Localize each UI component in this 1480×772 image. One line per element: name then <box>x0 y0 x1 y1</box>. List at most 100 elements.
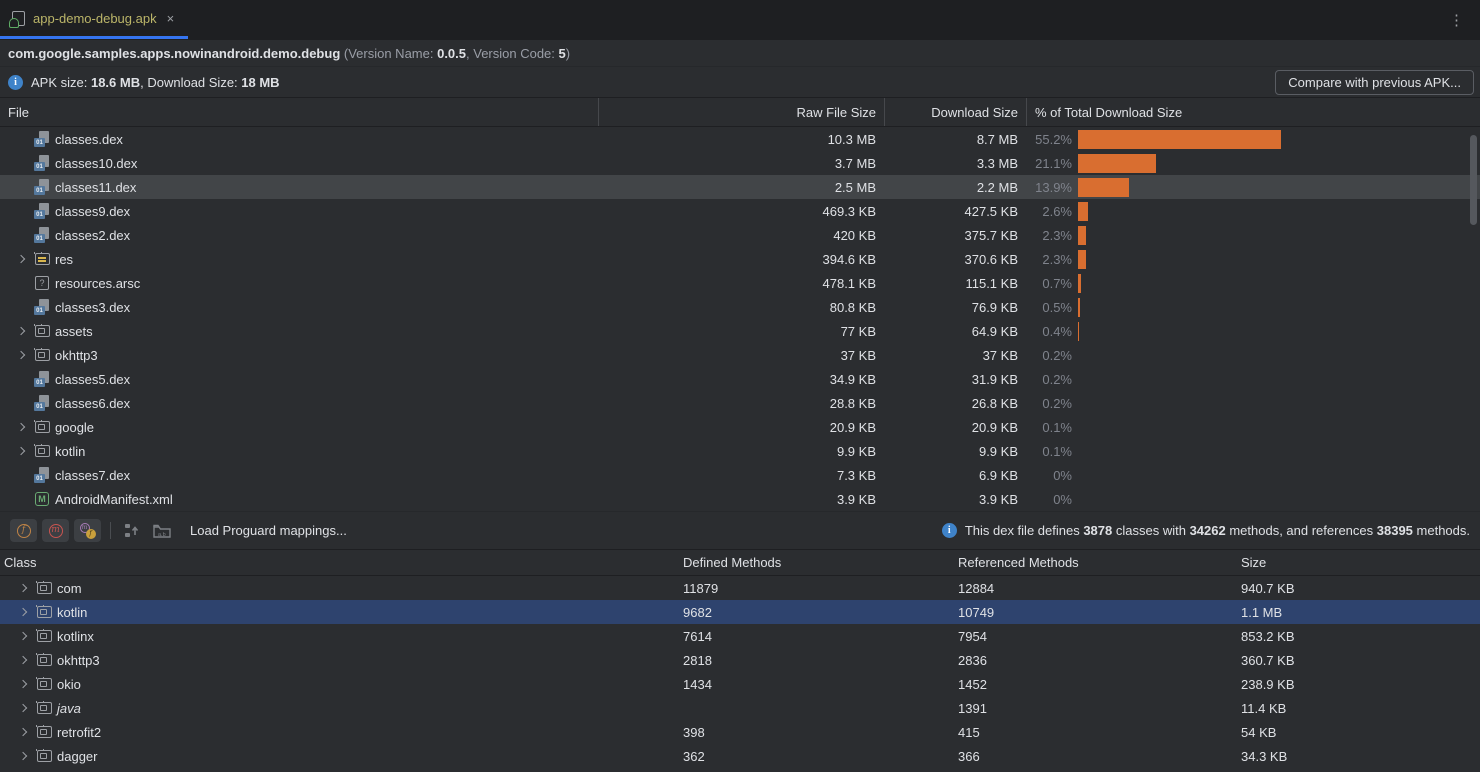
file-table-row[interactable]: google20.9 KB20.9 KB0.1% <box>0 415 1480 439</box>
close-icon[interactable]: × <box>165 10 177 27</box>
download-size: 20.9 KB <box>884 420 1026 435</box>
chevron-slot[interactable] <box>14 585 31 591</box>
dex-summary: i This dex file defines 3878 classes wit… <box>942 523 1472 538</box>
arsc-file-icon: ? <box>35 276 49 290</box>
file-table-row[interactable]: 01classes3.dex80.8 KB76.9 KB0.5% <box>0 295 1480 319</box>
package-header: com.google.samples.apps.nowinandroid.dem… <box>0 40 1480 67</box>
column-header-class[interactable]: Class <box>0 555 680 570</box>
file-table-row[interactable]: 01classes2.dex420 KB375.7 KB2.3% <box>0 223 1480 247</box>
sort-tree-button[interactable] <box>120 520 144 542</box>
class-table-row[interactable]: java139111.4 KB <box>0 696 1480 720</box>
column-header-file[interactable]: File <box>0 98 598 126</box>
raw-file-size: 77 KB <box>598 324 884 339</box>
dex-toolbar: f m m f a.b Load Proguard mappings... i … <box>0 511 1480 549</box>
raw-file-size: 7.3 KB <box>598 468 884 483</box>
load-mappings-folder-button[interactable]: a.b <box>150 520 174 542</box>
defined-methods: 7614 <box>680 629 955 644</box>
file-name: classes3.dex <box>55 300 130 315</box>
file-table-row[interactable]: okhttp337 KB37 KB0.2% <box>0 343 1480 367</box>
file-table-row[interactable]: 01classes7.dex7.3 KB6.9 KB0% <box>0 463 1480 487</box>
referenced-methods: 12884 <box>955 581 1238 596</box>
show-methods-toggle[interactable]: m <box>42 519 69 542</box>
class-table-row[interactable]: dagger36236634.3 KB <box>0 744 1480 768</box>
column-header-size[interactable]: Size <box>1238 555 1480 570</box>
file-table-row[interactable]: 01classes.dex10.3 MB8.7 MB55.2% <box>0 127 1480 151</box>
class-table-row[interactable]: com1187912884940.7 KB <box>0 576 1480 600</box>
file-table-row[interactable]: 01classes9.dex469.3 KB427.5 KB2.6% <box>0 199 1480 223</box>
version-name-label: (Version Name: <box>340 46 437 61</box>
download-size: 3.3 MB <box>884 156 1026 171</box>
file-table-row[interactable]: 01classes11.dex2.5 MB2.2 MB13.9% <box>0 175 1480 199</box>
chevron-right-icon <box>18 704 26 712</box>
folder-icon <box>37 606 52 618</box>
chevron-slot[interactable] <box>12 448 29 454</box>
file-table-row[interactable]: 01classes10.dex3.7 MB3.3 MB21.1% <box>0 151 1480 175</box>
class-table-row[interactable]: kotlinx76147954853.2 KB <box>0 624 1480 648</box>
file-table-row[interactable]: 01classes5.dex34.9 KB31.9 KB0.2% <box>0 367 1480 391</box>
download-pct: 0.2% <box>1026 396 1072 411</box>
download-size: 427.5 KB <box>884 204 1026 219</box>
class-table-row[interactable]: retrofit239841554 KB <box>0 720 1480 744</box>
defined-methods: 11879 <box>680 581 955 596</box>
raw-file-size: 10.3 MB <box>598 132 884 147</box>
class-package-name: java <box>57 701 81 716</box>
folder-icon <box>37 582 52 594</box>
column-header-referenced-methods[interactable]: Referenced Methods <box>955 555 1238 570</box>
class-table-row[interactable]: okio14341452238.9 KB <box>0 672 1480 696</box>
class-table-row[interactable]: kotlin9682107491.1 MB <box>0 600 1480 624</box>
file-table-row[interactable]: ?resources.arsc478.1 KB115.1 KB0.7% <box>0 271 1480 295</box>
class-size: 940.7 KB <box>1238 581 1480 596</box>
load-proguard-mappings-label[interactable]: Load Proguard mappings... <box>190 523 347 538</box>
referenced-methods: 2836 <box>955 653 1238 668</box>
file-table-row[interactable]: MAndroidManifest.xml3.9 KB3.9 KB0% <box>0 487 1480 511</box>
compare-previous-apk-button[interactable]: Compare with previous APK... <box>1275 70 1474 95</box>
column-header-pct-total-download[interactable]: % of Total Download Size <box>1026 98 1480 126</box>
show-references-toggle[interactable]: m f <box>74 519 101 542</box>
class-table-body: com1187912884940.7 KBkotlin9682107491.1 … <box>0 576 1480 768</box>
dex-info-icon: i <box>942 523 957 538</box>
chevron-slot[interactable] <box>14 705 31 711</box>
defined-methods: 9682 <box>680 605 955 620</box>
chevron-slot[interactable] <box>14 657 31 663</box>
file-table-row[interactable]: assets77 KB64.9 KB0.4% <box>0 319 1480 343</box>
chevron-slot[interactable] <box>14 729 31 735</box>
show-fields-toggle[interactable]: f <box>10 519 37 542</box>
sort-tree-icon <box>124 522 141 539</box>
file-name: res <box>55 252 73 267</box>
file-table-row[interactable]: 01classes6.dex28.8 KB26.8 KB0.2% <box>0 391 1480 415</box>
file-table-row[interactable]: kotlin9.9 KB9.9 KB0.1% <box>0 439 1480 463</box>
folder-icon <box>35 421 50 433</box>
vertical-scrollbar[interactable] <box>1470 135 1477 225</box>
class-table-row[interactable]: okhttp328182836360.7 KB <box>0 648 1480 672</box>
folder-icon <box>37 678 52 690</box>
column-header-defined-methods[interactable]: Defined Methods <box>680 555 955 570</box>
class-size: 54 KB <box>1238 725 1480 740</box>
column-header-raw-file-size[interactable]: Raw File Size <box>598 98 884 126</box>
download-size: 31.9 KB <box>884 372 1026 387</box>
apk-size-label: APK size: <box>31 75 91 90</box>
chevron-slot[interactable] <box>14 633 31 639</box>
download-pct: 2.6% <box>1026 204 1072 219</box>
chevron-slot[interactable] <box>12 256 29 262</box>
defined-methods: 398 <box>680 725 955 740</box>
tab-apk-file[interactable]: app-demo-debug.apk × <box>0 0 188 39</box>
download-pct: 21.1% <box>1026 156 1072 171</box>
raw-file-size: 9.9 KB <box>598 444 884 459</box>
raw-file-size: 394.6 KB <box>598 252 884 267</box>
column-header-download-size[interactable]: Download Size <box>884 98 1026 126</box>
download-pct: 13.9% <box>1026 180 1072 195</box>
chevron-slot[interactable] <box>14 681 31 687</box>
chevron-slot[interactable] <box>12 352 29 358</box>
raw-file-size: 28.8 KB <box>598 396 884 411</box>
editor-tab-bar: app-demo-debug.apk × ⋮ <box>0 0 1480 40</box>
kebab-menu-icon[interactable]: ⋮ <box>1449 11 1464 29</box>
chevron-slot[interactable] <box>14 609 31 615</box>
file-name: kotlin <box>55 444 85 459</box>
defined-methods: 2818 <box>680 653 955 668</box>
chevron-slot[interactable] <box>12 424 29 430</box>
package-name: com.google.samples.apps.nowinandroid.dem… <box>8 46 340 61</box>
chevron-slot[interactable] <box>12 328 29 334</box>
chevron-slot[interactable] <box>14 753 31 759</box>
download-pct-bar <box>1078 202 1088 221</box>
file-table-row[interactable]: res394.6 KB370.6 KB2.3% <box>0 247 1480 271</box>
